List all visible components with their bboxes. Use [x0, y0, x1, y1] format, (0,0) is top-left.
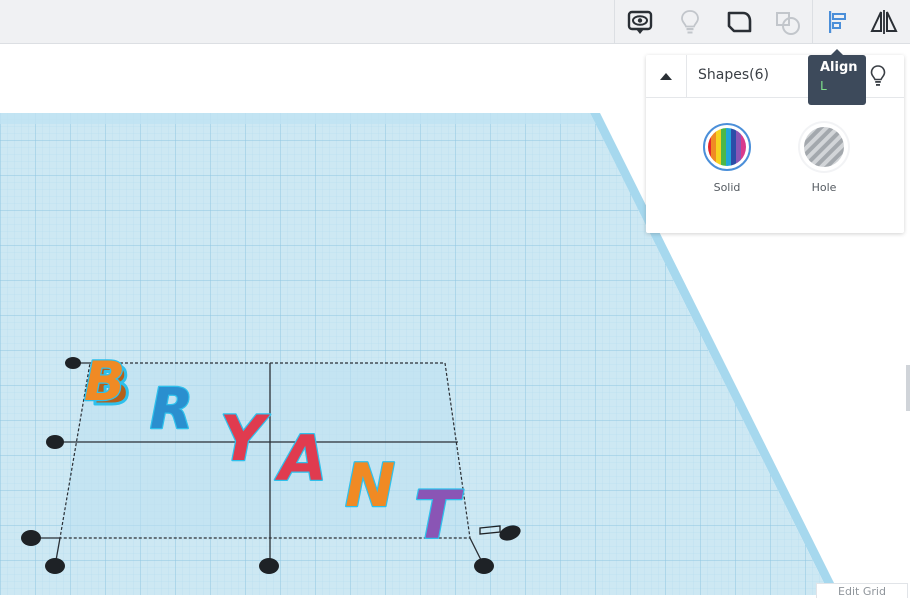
top-toolbar [0, 0, 910, 44]
hole-button[interactable] [800, 123, 848, 171]
hole-label: Hole [811, 181, 837, 194]
show-all-button[interactable] [618, 0, 662, 44]
resize-handle[interactable] [474, 558, 494, 574]
group-shape-icon [727, 11, 752, 33]
mirror-icon [870, 10, 898, 34]
align-button[interactable] [815, 0, 859, 44]
edit-grid-button[interactable]: Edit Grid [816, 583, 908, 598]
letter-a-shape[interactable]: A [273, 421, 328, 497]
letter-n-shape[interactable]: N [344, 450, 397, 523]
resize-handle[interactable] [46, 435, 64, 449]
panel-title: Shapes(6) [698, 67, 769, 83]
light-bulb-icon[interactable] [868, 64, 888, 88]
align-tooltip: Align L [808, 49, 866, 105]
scroll-edge [906, 365, 910, 411]
toolbar-divider [614, 0, 615, 44]
collapse-panel-button[interactable] [646, 55, 687, 97]
letter-n: N [345, 451, 395, 521]
letter-a: A [274, 422, 327, 495]
ungroup-icon [776, 12, 800, 35]
resize-handle[interactable] [45, 558, 65, 574]
resize-handle[interactable] [65, 357, 81, 369]
letter-r: R [150, 377, 193, 442]
letter-y-shape[interactable]: Y [219, 401, 273, 477]
letter-t-shape[interactable]: T [413, 476, 466, 556]
letter-r-shape[interactable]: R [149, 376, 195, 444]
rainbow-color-icon [706, 126, 748, 168]
tooltip-shortcut: L [820, 79, 828, 93]
letter-y: Y [220, 402, 271, 475]
group-button[interactable] [717, 0, 761, 44]
ungroup-button[interactable] [766, 0, 810, 44]
resize-handle[interactable] [259, 558, 279, 574]
show-all-icon [627, 10, 653, 34]
letter-b: B [84, 350, 125, 413]
toolbar-divider [812, 0, 813, 44]
resize-handle[interactable] [21, 530, 41, 546]
tooltip-title: Align [820, 60, 858, 75]
letter-b-shape[interactable]: B B [83, 349, 133, 419]
light-bulb-icon [681, 10, 699, 34]
hole-striped-icon [804, 127, 844, 167]
align-icon [829, 11, 846, 33]
solid-label: Solid [713, 181, 741, 194]
notes-button[interactable] [668, 0, 712, 44]
caret-up-icon [660, 73, 672, 80]
letter-t: T [414, 477, 464, 554]
mirror-button[interactable] [862, 0, 906, 44]
solid-button[interactable] [703, 123, 751, 171]
